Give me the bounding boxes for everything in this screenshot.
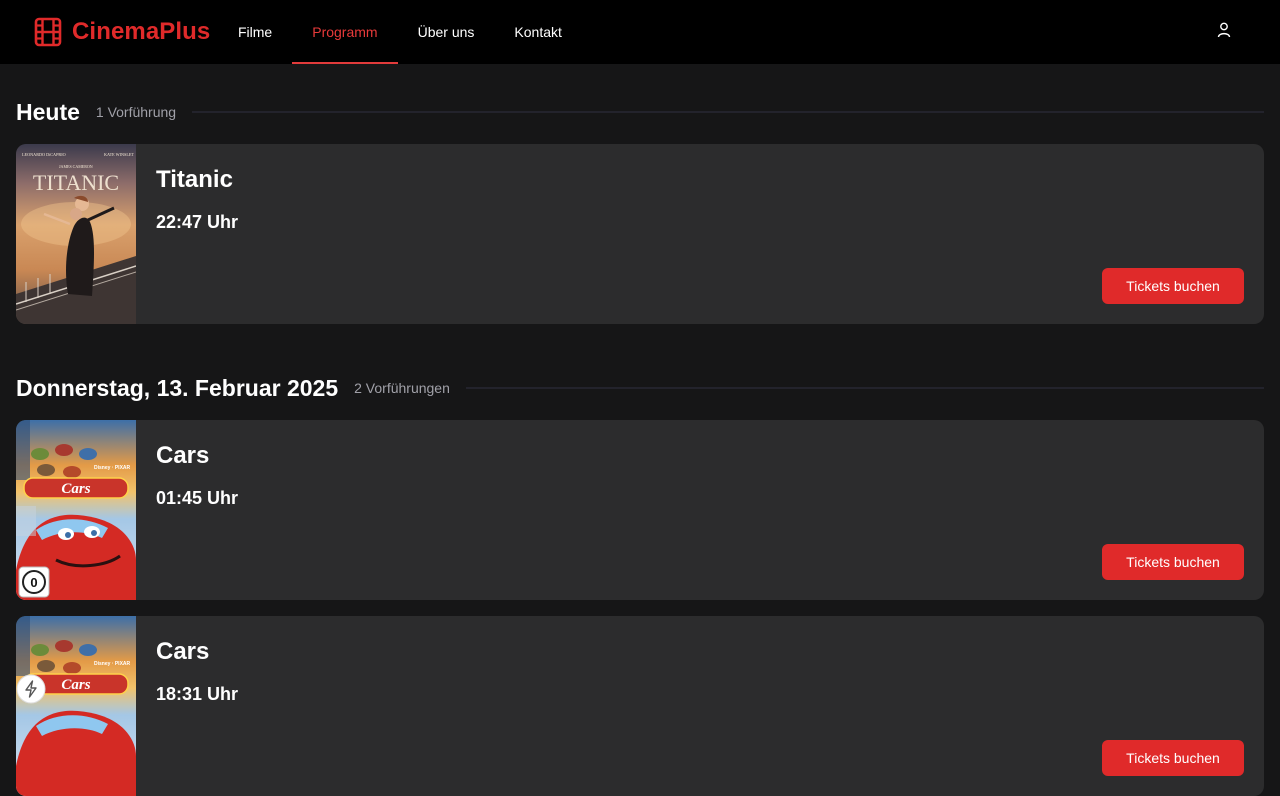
movie-title: Titanic: [156, 166, 233, 193]
svg-text:Disney · PIXAR: Disney · PIXAR: [94, 661, 131, 667]
section-divider: [465, 387, 1264, 389]
movie-poster-titanic[interactable]: LEONARDO DiCAPRIO KATE WINSLET JAMES CAM…: [16, 144, 136, 324]
age-rating-value: 0: [30, 575, 37, 590]
movie-title: Cars: [156, 442, 210, 469]
section-divider: [192, 111, 1264, 113]
screening-count: 2 Vorführungen: [354, 380, 450, 396]
film-icon: [34, 17, 62, 47]
age-rating-badge: 0: [18, 566, 50, 598]
screening-time: 01:45 Uhr: [156, 488, 239, 508]
svg-text:Disney · PIXAR: Disney · PIXAR: [94, 465, 131, 471]
book-tickets-button[interactable]: Tickets buchen: [1102, 544, 1244, 580]
nav-item-filme[interactable]: Filme: [218, 0, 292, 64]
poster-credit-left: LEONARDO DiCAPRIO: [22, 152, 66, 157]
day-header-today: Heute 1 Vorführung: [16, 97, 1264, 127]
day-header-thursday: Donnerstag, 13. Februar 2025 2 Vorführun…: [16, 373, 1264, 403]
screening-card: Disney · PIXAR Cars Cars 18:31 Uhr Ticke…: [16, 616, 1264, 796]
movie-title: Cars: [156, 638, 210, 665]
poster-title: TITANIC: [33, 170, 119, 195]
main-nav: Filme Programm Über uns Kontakt: [218, 0, 582, 64]
day-title: Donnerstag, 13. Februar 2025: [16, 374, 339, 401]
day-title: Heute: [16, 98, 80, 125]
screening-card: Disney · PIXAR Cars 0 Cars 01:45 Uhr Tic…: [16, 420, 1264, 600]
nav-item-ueber-uns[interactable]: Über uns: [398, 0, 495, 64]
screening-time: 22:47 Uhr: [156, 212, 239, 232]
poster-title: Cars: [61, 677, 90, 693]
screening-time: 18:31 Uhr: [156, 684, 239, 704]
poster-credit-right: KATE WINSLET: [104, 152, 134, 157]
book-tickets-button[interactable]: Tickets buchen: [1102, 268, 1244, 304]
screening-count: 1 Vorführung: [95, 104, 177, 120]
brand-logo[interactable]: CinemaPlus: [34, 17, 210, 47]
movie-poster-cars[interactable]: Disney · PIXAR Cars: [16, 616, 136, 796]
movie-poster-cars[interactable]: Disney · PIXAR Cars 0: [16, 420, 136, 600]
screening-card: LEONARDO DiCAPRIO KATE WINSLET JAMES CAM…: [16, 144, 1264, 324]
user-icon: [1217, 22, 1231, 43]
bolt-icon: [16, 674, 46, 704]
nav-item-kontakt[interactable]: Kontakt: [494, 0, 581, 64]
nav-item-programm[interactable]: Programm: [292, 0, 398, 64]
poster-director: JAMES CAMERON: [59, 164, 93, 169]
book-tickets-button[interactable]: Tickets buchen: [1102, 740, 1244, 776]
user-account-button[interactable]: [1212, 20, 1236, 44]
brand-name: CinemaPlus: [72, 18, 211, 45]
top-navigation-bar: CinemaPlus Filme Programm Über uns Konta…: [0, 0, 1280, 64]
poster-title: Cars: [61, 481, 90, 497]
